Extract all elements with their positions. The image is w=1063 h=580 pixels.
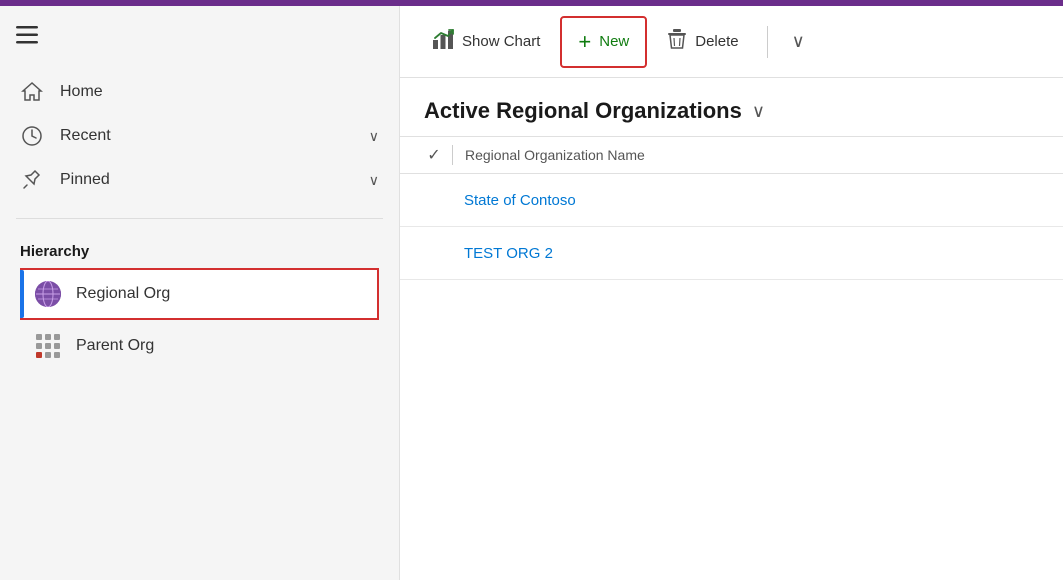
chart-icon [432, 28, 454, 55]
row-link-1[interactable]: State of Contoso [464, 192, 576, 209]
header-separator [452, 145, 453, 165]
hierarchy-section: Hierarchy Regional Org [0, 227, 399, 380]
toolbar: Show Chart + New Delete [400, 6, 1063, 78]
delete-label: Delete [695, 33, 738, 50]
app-container: Home Recent ∨ [0, 6, 1063, 580]
header-check[interactable]: ✓ [424, 145, 444, 165]
sidebar: Home Recent ∨ [0, 6, 400, 580]
show-chart-label: Show Chart [462, 33, 540, 50]
table-row[interactable]: TEST ORG 2 [400, 227, 1063, 280]
hierarchy-title: Hierarchy [20, 243, 379, 260]
hamburger-icon[interactable] [16, 26, 38, 50]
table-row[interactable]: State of Contoso [400, 174, 1063, 227]
sidebar-item-pinned[interactable]: Pinned ∨ [0, 158, 399, 202]
list-items: State of Contoso TEST ORG 2 [400, 174, 1063, 580]
column-header-name: Regional Organization Name [465, 147, 645, 163]
toolbar-separator [767, 26, 768, 58]
recent-chevron: ∨ [369, 128, 379, 145]
home-label: Home [60, 83, 379, 101]
sidebar-item-home[interactable]: Home [0, 70, 399, 114]
more-button[interactable]: ∨ [780, 23, 817, 60]
sidebar-divider [16, 218, 383, 219]
list-header: ✓ Regional Organization Name [400, 136, 1063, 174]
show-chart-button[interactable]: Show Chart [416, 16, 556, 68]
globe-icon [34, 280, 62, 308]
sidebar-item-recent[interactable]: Recent ∨ [0, 114, 399, 158]
sidebar-header [0, 14, 399, 62]
main-content: Show Chart + New Delete [400, 6, 1063, 580]
view-title-bar: Active Regional Organizations ∨ [400, 78, 1063, 136]
sidebar-nav: Home Recent ∨ [0, 62, 399, 210]
parent-org-label: Parent Org [76, 337, 154, 355]
pin-icon [20, 168, 44, 192]
new-button[interactable]: + New [560, 16, 647, 68]
hierarchy-item-parent-org[interactable]: Parent Org [20, 320, 379, 372]
view-title-chevron-icon[interactable]: ∨ [752, 101, 765, 122]
row-checkbox-1[interactable] [424, 190, 444, 210]
hierarchy-item-regional-org[interactable]: Regional Org [20, 268, 379, 320]
row-checkbox-2[interactable] [424, 243, 444, 263]
pinned-chevron: ∨ [369, 172, 379, 189]
recent-icon [20, 124, 44, 148]
view-title: Active Regional Organizations [424, 98, 742, 124]
row-link-2[interactable]: TEST ORG 2 [464, 245, 553, 262]
pinned-label: Pinned [60, 171, 369, 189]
regional-org-label: Regional Org [76, 285, 170, 303]
home-icon [20, 80, 44, 104]
plus-icon: + [578, 29, 591, 55]
trash-icon [667, 28, 687, 55]
delete-button[interactable]: Delete [651, 16, 754, 68]
new-label: New [599, 33, 629, 50]
chevron-down-icon: ∨ [792, 31, 805, 52]
recent-label: Recent [60, 127, 369, 145]
grid-icon-parent [34, 332, 62, 360]
